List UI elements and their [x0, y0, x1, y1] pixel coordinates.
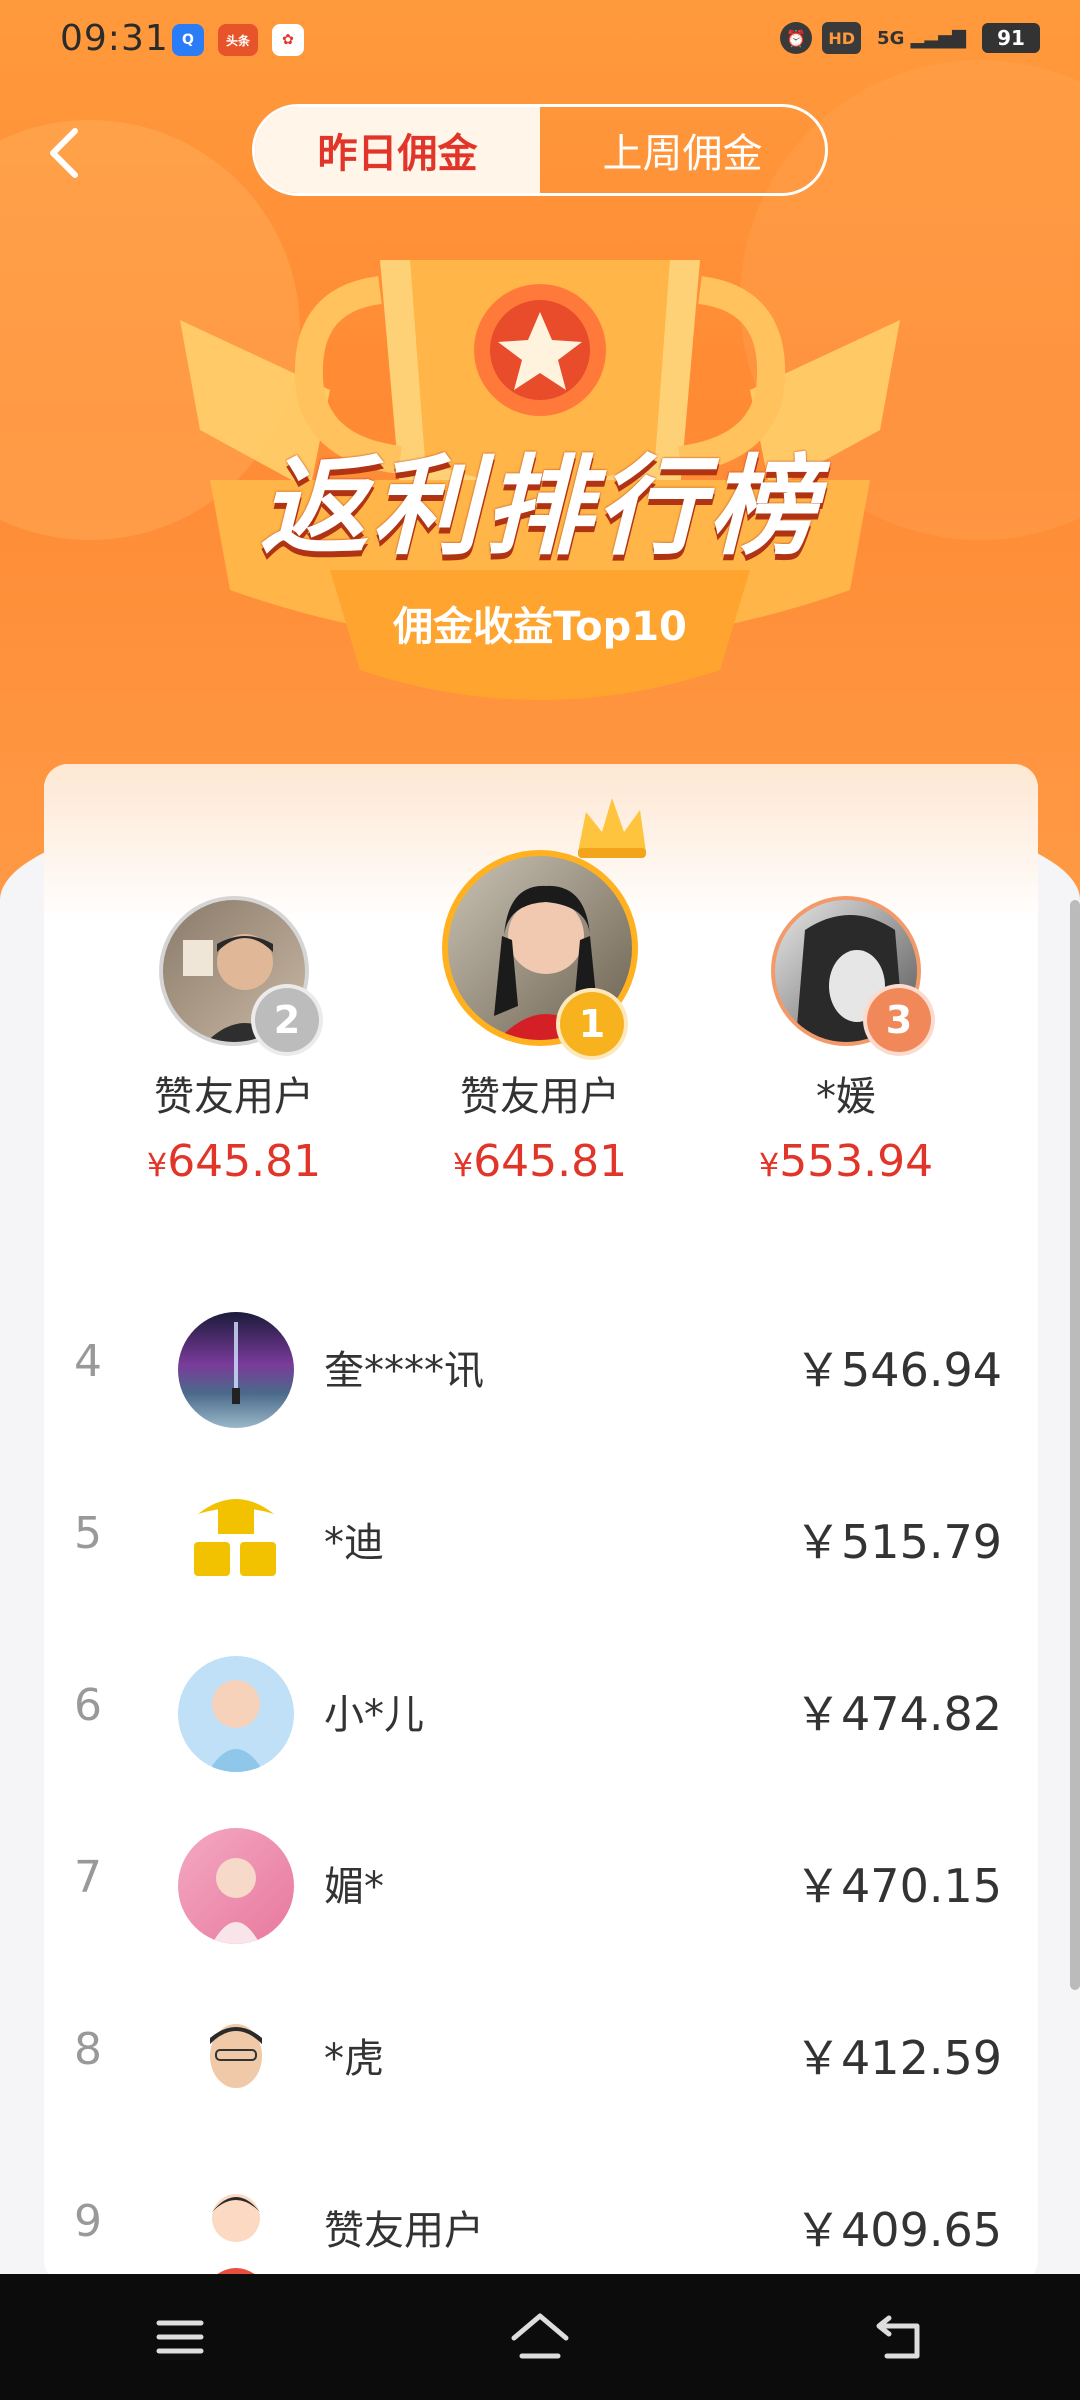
golden-eagle-logo-icon [194, 1499, 276, 1576]
rank-number: 9 [74, 2196, 102, 2247]
avatar-wrap: 1 [442, 798, 646, 1060]
commission-amount: ￥470.15 [795, 1859, 1002, 1913]
podium-rank-3[interactable]: 3 *媛 ¥553.94 [716, 896, 976, 1187]
avatar [178, 2172, 294, 2284]
chevron-left-icon [50, 128, 78, 178]
leaderboard-card: 2 赞友用户 ¥645.81 1 赞友用户 ¥645.81 3 *媛 ¥553.… [44, 764, 1038, 2284]
tab-yesterday[interactable]: 昨日佣金 [255, 107, 540, 193]
app-rabbit-icon: ✿ [272, 24, 304, 56]
amount-value: 645.81 [473, 1136, 628, 1187]
rank-number: 7 [74, 1852, 102, 1903]
podium-amount: ¥645.81 [104, 1136, 364, 1187]
crown-icon [578, 798, 646, 858]
podium-rank-2[interactable]: 2 赞友用户 ¥645.81 [104, 896, 364, 1187]
ranking-subtitle: 佣金收益Top10 [393, 604, 687, 650]
menu-button[interactable] [120, 2292, 240, 2382]
avatar [178, 1828, 294, 1944]
user-name: 媚* [324, 1864, 384, 1910]
rank-number: 5 [74, 1508, 102, 1559]
back-nav-button[interactable] [840, 2292, 960, 2382]
return-icon [876, 2315, 920, 2359]
user-name: 赞友用户 [324, 2208, 484, 2254]
list-item[interactable]: 8 *虎 ￥412.59 [44, 1972, 1038, 2144]
currency-symbol: ¥ [452, 1146, 474, 1184]
toutiao-icon: 头条 [218, 24, 258, 56]
rank-number: 8 [74, 2024, 102, 2075]
status-app-icons: Q 头条 ✿ [172, 24, 304, 56]
user-photo-icon [208, 1680, 264, 1772]
podium-name: 赞友用户 [460, 1074, 620, 1120]
amount-value: 645.81 [167, 1136, 322, 1187]
user-name: 奎****讯 [324, 1348, 484, 1394]
avatar [178, 2000, 294, 2116]
podium-name: 赞友用户 [154, 1074, 314, 1120]
rank-medal-silver: 2 [251, 984, 323, 1056]
back-button[interactable] [38, 118, 88, 188]
rank-medal-gold: 1 [556, 988, 628, 1060]
qq-icon: Q [172, 24, 204, 56]
avatar-wrap: 2 [159, 896, 323, 1056]
list-item[interactable]: 7 媚* ￥470.15 [44, 1800, 1038, 1972]
avatar [178, 1312, 294, 1428]
user-photo-icon [212, 1858, 260, 1944]
list-item[interactable]: 9 赞友用户 ￥409.65 [44, 2144, 1038, 2284]
battery-icon: 91 [982, 23, 1040, 53]
rank-number: 6 [74, 1680, 102, 1731]
ranking-title: 返利排行榜 [259, 445, 820, 570]
commission-amount: ￥409.65 [795, 2203, 1002, 2257]
tab-last-week[interactable]: 上周佣金 [540, 107, 825, 193]
scrollbar[interactable] [1070, 900, 1080, 1990]
podium-rank-1[interactable]: 1 赞友用户 ¥645.81 [410, 798, 670, 1187]
list-item[interactable]: 5 *迪 ￥515.79 [44, 1456, 1038, 1628]
podium-amount: ¥553.94 [716, 1136, 976, 1187]
default-user-icon [205, 2194, 267, 2284]
amount-value: 553.94 [779, 1136, 934, 1187]
currency-symbol: ¥ [758, 1146, 780, 1184]
status-bar: 09:31 Q 头条 ✿ ⏰ HD 5G ▂▃▅▇ 91 [0, 0, 1080, 84]
home-icon [511, 2313, 569, 2359]
menu-icon [156, 2320, 204, 2354]
network-label: 5G [877, 27, 905, 49]
commission-amount: ￥546.94 [795, 1343, 1002, 1397]
status-time: 09:31 [60, 18, 169, 59]
commission-amount: ￥412.59 [795, 2031, 1002, 2085]
avatar-wrap: 3 [771, 896, 935, 1056]
commission-amount: ￥515.79 [795, 1515, 1002, 1569]
system-nav-bar [0, 2274, 1080, 2400]
signal-5g-icon: 5G ▂▃▅▇ [877, 27, 966, 49]
currency-symbol: ¥ [146, 1146, 168, 1184]
list-item[interactable]: 6 小*儿 ￥474.82 [44, 1628, 1038, 1800]
period-tabs: 昨日佣金 上周佣金 [252, 104, 828, 196]
alarm-icon: ⏰ [780, 22, 813, 54]
user-photo-icon [210, 2024, 262, 2088]
user-photo-icon [232, 1322, 240, 1404]
podium-name: *媛 [816, 1074, 876, 1120]
user-name: 小*儿 [324, 1692, 424, 1738]
rank-number: 4 [74, 1336, 102, 1387]
status-indicators: ⏰ HD 5G ▂▃▅▇ 91 [780, 22, 1040, 54]
hd-icon: HD [822, 22, 862, 54]
user-name: *虎 [324, 2036, 384, 2082]
avatar [178, 1656, 294, 1772]
rank-medal-bronze: 3 [863, 984, 935, 1056]
commission-amount: ￥474.82 [795, 1687, 1002, 1741]
podium-amount: ¥645.81 [410, 1136, 670, 1187]
user-name: *迪 [324, 1520, 384, 1566]
home-button[interactable] [480, 2292, 600, 2382]
list-item[interactable]: 4 奎****讯 ￥546.94 [44, 1284, 1038, 1456]
avatar [178, 1484, 294, 1600]
